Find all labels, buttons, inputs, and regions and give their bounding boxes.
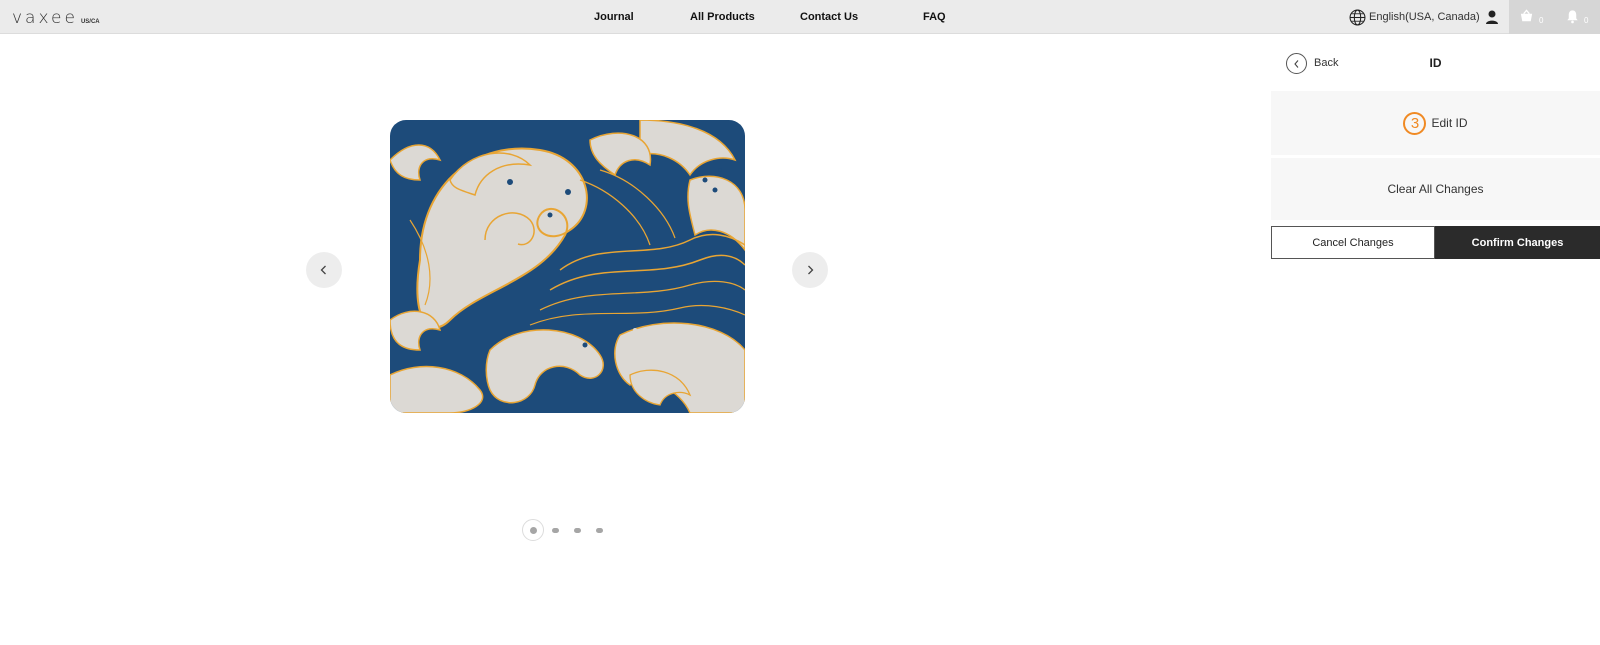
gallery-dot-4[interactable] [596, 527, 603, 533]
gallery-prev-button[interactable] [306, 252, 342, 288]
logo-wordmark: vaxee [12, 8, 78, 28]
cart-button[interactable]: 0 [1509, 0, 1554, 34]
top-navigation-bar: vaxee US/CA Journal All Products Contact… [0, 0, 1600, 34]
gallery-dot-2[interactable] [552, 527, 559, 533]
gallery-pagination [522, 519, 618, 541]
customization-panel: Back ID 3 Edit ID Clear All Changes Canc… [1271, 34, 1600, 645]
gallery-next-button[interactable] [792, 252, 828, 288]
nav-all-products[interactable]: All Products [690, 0, 755, 34]
edit-id-option[interactable]: 3 Edit ID [1271, 91, 1600, 155]
logo-region: US/CA [80, 19, 100, 25]
product-image [390, 120, 745, 413]
clear-all-changes-button[interactable]: Clear All Changes [1271, 158, 1600, 220]
gallery-dot-1[interactable] [522, 519, 544, 541]
language-selector[interactable]: English(USA, Canada) [1349, 0, 1480, 34]
panel-header: Back ID [1271, 34, 1600, 90]
gallery-dot-3[interactable] [574, 527, 581, 533]
panel-title: ID [1429, 56, 1442, 70]
brand-logo[interactable]: vaxee US/CA [12, 9, 100, 27]
chevron-right-icon [808, 265, 814, 275]
wave-pattern-image [390, 120, 745, 413]
chevron-left-icon [320, 265, 326, 275]
nav-faq[interactable]: FAQ [923, 0, 946, 34]
user-icon[interactable] [1484, 9, 1500, 25]
cart-count: 0 [1539, 16, 1544, 25]
cancel-changes-button[interactable]: Cancel Changes [1271, 226, 1435, 259]
edit-id-label: Edit ID [1431, 116, 1468, 130]
bell-icon [1567, 10, 1578, 24]
notifications-button[interactable]: 0 [1554, 0, 1600, 34]
step-number-badge: 3 [1403, 111, 1427, 135]
confirm-changes-button[interactable]: Confirm Changes [1435, 226, 1600, 259]
cart-icon [1520, 9, 1533, 22]
language-label: English(USA, Canada) [1369, 11, 1480, 23]
nav-contact-us[interactable]: Contact Us [800, 0, 858, 34]
notification-count: 0 [1584, 16, 1589, 25]
globe-icon [1349, 9, 1366, 25]
nav-journal[interactable]: Journal [594, 0, 634, 34]
